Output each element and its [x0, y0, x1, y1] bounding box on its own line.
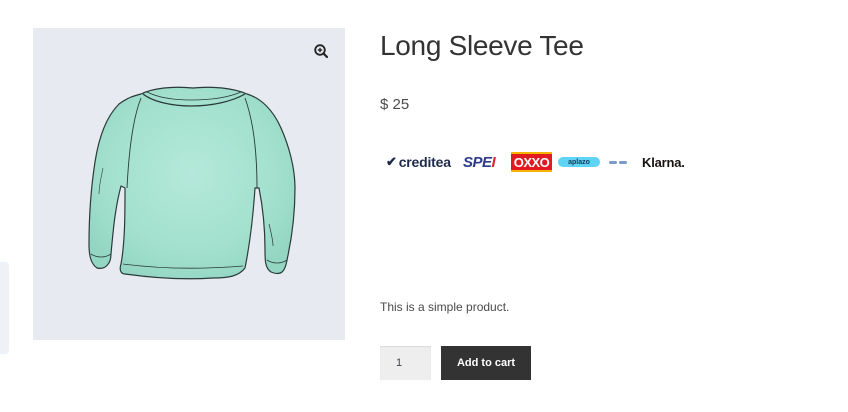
creditea-wordmark: creditea	[398, 154, 451, 170]
checkmark-icon: ✔	[386, 154, 397, 169]
short-description: This is a simple product.	[380, 300, 510, 314]
payment-methods: ✔ creditea SPE I OXXO aplazo Klarna.	[386, 150, 706, 174]
bank-transfer-icon	[607, 158, 631, 166]
side-drawer-tab[interactable]	[0, 262, 9, 354]
zoom-trigger[interactable]	[313, 43, 329, 59]
oxxo-logo: OXXO	[511, 152, 552, 172]
product-title: Long Sleeve Tee	[380, 30, 584, 61]
klarna-logo: Klarna.	[642, 154, 685, 170]
spei-wordmark-end: I	[491, 153, 496, 171]
bank-bar-icon	[619, 160, 627, 164]
product-page: Long Sleeve Tee $ 25 ✔ creditea SPE I OXX…	[0, 0, 848, 412]
spei-logo: SPE I	[463, 150, 496, 174]
product-summary: Long Sleeve Tee $ 25 ✔ creditea SPE I OXX…	[380, 0, 820, 412]
product-image[interactable]	[33, 28, 345, 340]
quantity-input[interactable]	[380, 346, 431, 380]
creditea-logo: ✔ creditea	[386, 150, 451, 174]
magnifier-plus-icon	[314, 44, 329, 59]
aplazo-logo: aplazo	[558, 157, 600, 167]
add-to-cart-button[interactable]: Add to cart	[441, 346, 531, 380]
bank-bar-icon	[609, 160, 617, 164]
spei-wordmark: SPE	[463, 153, 492, 171]
product-price: $ 25	[380, 96, 410, 113]
